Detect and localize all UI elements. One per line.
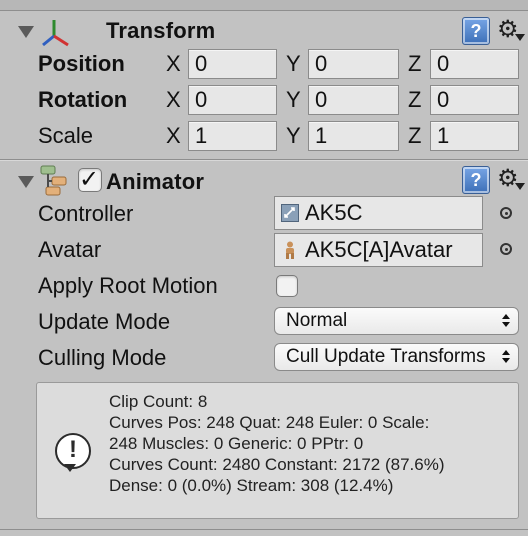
apply-root-motion-checkbox[interactable]: [276, 275, 298, 297]
apply-root-motion-label: Apply Root Motion: [38, 273, 218, 298]
transform-axes-icon: [42, 20, 69, 47]
scale-z-label: Z: [408, 123, 422, 148]
position-label: Position: [38, 51, 125, 76]
controller-value: AK5C: [305, 200, 363, 225]
position-z-label: Z: [408, 51, 422, 76]
bottom-separator: [0, 529, 528, 530]
position-y-field[interactable]: 0: [308, 49, 399, 79]
culling-mode-label: Culling Mode: [38, 345, 167, 370]
section-divider-highlight: [0, 160, 528, 161]
culling-mode-value: Cull Update Transforms: [286, 346, 486, 367]
info-line: Dense: 0 (0.0%) Stream: 308 (12.4%): [109, 476, 394, 495]
animator-help-icon[interactable]: ?: [462, 166, 490, 194]
rotation-y-label: Y: [286, 87, 301, 112]
rotation-x-field[interactable]: 0: [188, 85, 277, 115]
info-line: 248 Muscles: 0 Generic: 0 PPtr: 0: [109, 434, 364, 453]
scale-x-field[interactable]: 1: [188, 121, 277, 151]
controller-object-picker-icon[interactable]: [500, 207, 512, 219]
avatar-label: Avatar: [38, 237, 102, 262]
transform-header[interactable]: Transform ? ⚙: [0, 12, 528, 52]
transform-settings-caret-icon[interactable]: [515, 34, 525, 41]
transform-foldout-icon[interactable]: [18, 26, 34, 38]
info-line: Curves Pos: 248 Quat: 248 Euler: 0 Scale…: [109, 413, 430, 432]
position-z-field[interactable]: 0: [430, 49, 519, 79]
avatar-object-field[interactable]: AK5C[A]Avatar: [274, 233, 483, 267]
info-speech-icon: !: [55, 433, 91, 472]
animator-controller-icon: [281, 204, 299, 222]
dropdown-arrows-icon: [502, 350, 510, 364]
animator-icon: [40, 165, 67, 196]
scale-y-label: Y: [286, 123, 301, 148]
update-mode-dropdown[interactable]: Normal: [274, 307, 519, 335]
transform-help-icon[interactable]: ?: [462, 17, 490, 45]
animator-enabled-checkbox[interactable]: [78, 165, 102, 193]
controller-label: Controller: [38, 201, 134, 226]
animator-foldout-icon[interactable]: [18, 176, 34, 188]
rotation-z-label: Z: [408, 87, 422, 112]
transform-title: Transform: [106, 18, 216, 43]
top-separator: [0, 0, 528, 11]
info-line: Curves Count: 2480 Constant: 2172 (87.6%…: [109, 455, 445, 474]
avatar-object-picker-icon[interactable]: [500, 243, 512, 255]
rotation-x-label: X: [166, 87, 181, 112]
rotation-label: Rotation: [38, 87, 128, 112]
dropdown-arrows-icon: [502, 314, 510, 328]
scale-y-field[interactable]: 1: [308, 121, 399, 151]
avatar-value: AK5C[A]Avatar: [305, 237, 453, 262]
scale-z-field[interactable]: 1: [430, 121, 519, 151]
position-y-label: Y: [286, 51, 301, 76]
info-line: Clip Count: 8: [109, 392, 208, 411]
animator-settings-caret-icon[interactable]: [515, 183, 525, 190]
scale-x-label: X: [166, 123, 181, 148]
animator-title: Animator: [106, 169, 205, 194]
update-mode-value: Normal: [286, 310, 348, 331]
controller-object-field[interactable]: AK5C: [274, 196, 483, 230]
rotation-z-field[interactable]: 0: [430, 85, 519, 115]
info-text: Clip Count: 8 Curves Pos: 248 Quat: 248 …: [109, 391, 514, 496]
position-x-label: X: [166, 51, 181, 76]
update-mode-label: Update Mode: [38, 309, 171, 334]
animator-info-box: ! Clip Count: 8 Curves Pos: 248 Quat: 24…: [36, 382, 519, 519]
avatar-icon: [286, 241, 294, 259]
position-x-field[interactable]: 0: [188, 49, 277, 79]
scale-label: Scale: [38, 123, 94, 148]
rotation-y-field[interactable]: 0: [308, 85, 399, 115]
culling-mode-dropdown[interactable]: Cull Update Transforms: [274, 343, 519, 371]
